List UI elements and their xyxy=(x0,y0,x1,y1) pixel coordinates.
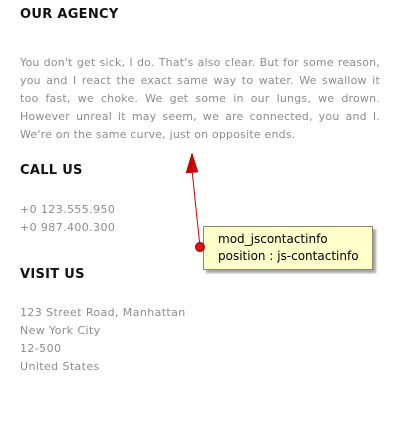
address-block: 123 Street Road, Manhattan New York City… xyxy=(20,304,186,376)
call-us-title: CALL US xyxy=(20,163,83,178)
agency-description: You don't get sick, I do. That's also cl… xyxy=(20,56,380,141)
tooltip-module-name: mod_jscontactinfo xyxy=(218,232,328,246)
address-line: United States xyxy=(20,360,100,373)
phone-list: +0 123.555.950 +0 987.400.300 xyxy=(20,201,115,237)
address-line: 12-500 xyxy=(20,342,62,355)
visit-us-title: VISIT US xyxy=(20,267,85,282)
module-position-tooltip: mod_jscontactinfo position : js-contacti… xyxy=(203,226,373,270)
phone-number[interactable]: +0 987.400.300 xyxy=(20,219,115,237)
agency-title: OUR AGENCY xyxy=(20,7,119,22)
annotation-dot-icon xyxy=(195,242,205,252)
phone-number[interactable]: +0 123.555.950 xyxy=(20,201,115,219)
address-line: 123 Street Road, Manhattan xyxy=(20,306,186,319)
tooltip-position: position : js-contactinfo xyxy=(218,249,359,263)
address-line: New York City xyxy=(20,324,101,337)
